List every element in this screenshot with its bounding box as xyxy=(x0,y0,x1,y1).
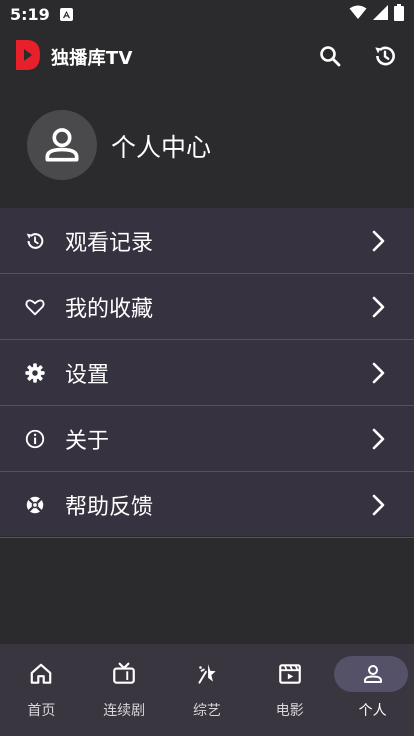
status-bar: 5:19 xyxy=(0,0,414,28)
chevron-right-icon xyxy=(366,493,390,517)
nav-item-variety[interactable]: 综艺 xyxy=(166,644,249,736)
nav-item-label: 首页 xyxy=(27,703,56,719)
status-time: 5:19 xyxy=(10,4,50,24)
chevron-right-icon xyxy=(366,295,390,319)
info-icon xyxy=(24,428,46,450)
menu-item-favorites[interactable]: 我的收藏 xyxy=(0,274,414,340)
search-icon xyxy=(320,46,341,67)
menu-item-watch-history[interactable]: 观看记录 xyxy=(0,208,414,274)
nav-item-series[interactable]: 连续剧 xyxy=(83,644,166,736)
history-button[interactable] xyxy=(369,40,401,72)
app-bar: 独播库TV xyxy=(0,28,414,84)
menu-item-label: 关于 xyxy=(65,429,110,454)
menu-item-label: 观看记录 xyxy=(65,231,154,256)
profile-title: 个人中心 xyxy=(111,133,212,162)
chevron-right-icon xyxy=(366,229,390,253)
person-icon xyxy=(360,661,386,687)
history-icon xyxy=(375,46,395,66)
menu-item-settings[interactable]: 设置 xyxy=(0,340,414,406)
profile-menu: 观看记录 我的收藏 设置 关于 帮助反馈 xyxy=(0,208,414,538)
menu-item-label: 设置 xyxy=(65,363,110,388)
app-title: 独播库TV xyxy=(51,48,133,69)
app-logo-icon xyxy=(16,40,40,70)
gear-icon xyxy=(24,362,46,384)
status-icons xyxy=(349,3,404,25)
history-icon xyxy=(24,230,46,252)
avatar[interactable] xyxy=(27,110,97,180)
nav-item-movies[interactable]: 电影 xyxy=(248,644,331,736)
menu-item-label: 我的收藏 xyxy=(65,297,154,322)
signal-icon xyxy=(373,4,388,24)
lifebuoy-icon xyxy=(24,494,46,516)
home-icon xyxy=(28,661,54,687)
profile-header[interactable]: 个人中心 xyxy=(0,84,414,208)
person-icon xyxy=(45,128,79,162)
menu-item-about[interactable]: 关于 xyxy=(0,406,414,472)
a-box-icon xyxy=(59,7,73,21)
nav-item-label: 综艺 xyxy=(192,703,221,719)
sparkle-icon xyxy=(194,661,220,687)
nav-item-personal[interactable]: 个人 xyxy=(331,644,414,736)
chevron-right-icon xyxy=(366,361,390,385)
wifi-icon xyxy=(349,5,367,24)
nav-item-label: 个人 xyxy=(358,703,387,719)
menu-item-label: 帮助反馈 xyxy=(65,495,154,520)
menu-item-help-feedback[interactable]: 帮助反馈 xyxy=(0,472,414,538)
nav-item-label: 连续剧 xyxy=(103,703,146,719)
film-icon xyxy=(277,661,303,687)
chevron-right-icon xyxy=(366,427,390,451)
battery-icon xyxy=(394,3,404,25)
search-button[interactable] xyxy=(314,40,346,72)
nav-item-label: 电影 xyxy=(275,703,304,719)
tv-icon xyxy=(111,661,137,687)
bottom-nav: 首页 连续剧 综艺 电影 个人 xyxy=(0,644,414,736)
heart-icon xyxy=(24,296,46,318)
nav-item-home[interactable]: 首页 xyxy=(0,644,83,736)
